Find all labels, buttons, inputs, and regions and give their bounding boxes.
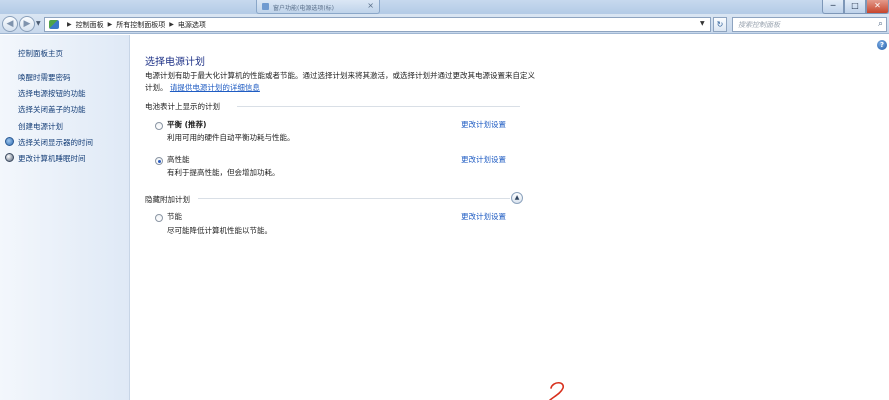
- refresh-icon[interactable]: ↻: [713, 17, 727, 32]
- control-panel-icon: [49, 20, 59, 29]
- background-tab-title: 窗户功能(电源选项(标): [273, 5, 335, 12]
- window-icon: [262, 3, 269, 10]
- group-divider: [237, 106, 520, 107]
- breadcrumb-separator-icon[interactable]: ▶: [108, 21, 113, 28]
- maximize-button[interactable]: □: [844, 0, 866, 14]
- page-description: 电源计划有助于最大化计算机的性能或者节能。通过选择计划来将其激活，或选择计划并通…: [145, 70, 535, 94]
- sidebar-item-lid-close[interactable]: 选择关闭盖子的功能: [18, 104, 86, 115]
- sidebar-item-wake-password[interactable]: 唤醒时需要密码: [18, 72, 71, 83]
- breadcrumb-control-panel[interactable]: 控制面板: [76, 20, 104, 30]
- change-plan-settings-link[interactable]: 更改计划设置: [461, 154, 506, 165]
- sidebar: 控制面板主页 唤醒时需要密码 选择电源按钮的功能 选择关闭盖子的功能 创建电源计…: [0, 35, 130, 400]
- plan-radio-high-performance[interactable]: [155, 157, 163, 165]
- plan-details-link[interactable]: 请提供电源计划的详细信息: [170, 83, 260, 92]
- sidebar-item-create-plan[interactable]: 创建电源计划: [18, 121, 63, 132]
- change-plan-settings-link[interactable]: 更改计划设置: [461, 119, 506, 130]
- change-plan-settings-link[interactable]: 更改计划设置: [461, 211, 506, 222]
- title-bar: 窗户功能(电源选项(标) × ─ □ ✕: [0, 0, 889, 14]
- plan-desc-high-performance: 有利于提高性能，但会增加功耗。: [167, 168, 280, 177]
- plan-radio-balanced[interactable]: [155, 122, 163, 130]
- plan-name-power-saver[interactable]: 节能: [167, 211, 182, 222]
- sidebar-home-link[interactable]: 控制面板主页: [18, 48, 63, 59]
- search-icon[interactable]: ⌕: [878, 19, 883, 29]
- hidden-plans-group-label: 隐藏附加计划: [145, 195, 190, 204]
- sidebar-item-sleep-time[interactable]: 更改计算机睡眠时间: [18, 153, 86, 164]
- back-arrow-icon[interactable]: ◀: [2, 16, 18, 32]
- plan-radio-power-saver[interactable]: [155, 214, 163, 222]
- breadcrumb-power-options[interactable]: 电源选项: [178, 20, 206, 30]
- tab-close-icon[interactable]: ×: [367, 1, 374, 10]
- recent-pages-dropdown-icon[interactable]: ▼: [36, 20, 41, 27]
- plan-name-balanced[interactable]: 平衡 (推荐): [167, 119, 206, 130]
- plan-desc-balanced: 利用可用的硬件自动平衡功耗与性能。: [167, 133, 295, 142]
- search-placeholder: 搜索控制面板: [738, 21, 780, 29]
- search-input[interactable]: 搜索控制面板 ⌕: [732, 17, 887, 32]
- display-icon: [5, 137, 14, 146]
- breadcrumb-all-items[interactable]: 所有控制面板项: [116, 20, 165, 30]
- navigation-bar: ◀ ▶ ▼ ▶ 控制面板 ▶ 所有控制面板项 ▶ 电源选项 ▼ ↻ 搜索控制面板…: [0, 14, 889, 34]
- sidebar-item-display-off[interactable]: 选择关闭显示器的时间: [18, 137, 93, 148]
- sleep-moon-icon: [5, 153, 14, 162]
- window-controls: ─ □ ✕: [822, 0, 889, 14]
- red-annotation-mark: [549, 381, 564, 400]
- collapse-chevron-up-icon[interactable]: ▲: [511, 192, 523, 204]
- help-icon[interactable]: ?: [877, 40, 887, 50]
- address-dropdown-icon[interactable]: ▼: [700, 20, 705, 27]
- background-window-tab[interactable]: 窗户功能(电源选项(标) ×: [256, 0, 380, 14]
- close-button[interactable]: ✕: [866, 0, 889, 14]
- breadcrumb-separator-icon[interactable]: ▶: [67, 21, 72, 28]
- battery-plans-group-label: 电池表计上显示的计划: [145, 102, 220, 111]
- forward-arrow-icon[interactable]: ▶: [19, 16, 35, 32]
- address-bar[interactable]: ▶ 控制面板 ▶ 所有控制面板项 ▶ 电源选项: [44, 17, 711, 32]
- plan-name-high-performance[interactable]: 高性能: [167, 154, 190, 165]
- breadcrumb-separator-icon[interactable]: ▶: [169, 21, 174, 28]
- sidebar-item-power-button[interactable]: 选择电源按钮的功能: [18, 88, 86, 99]
- group-divider: [198, 198, 510, 199]
- page-title: 选择电源计划: [145, 57, 205, 68]
- plan-desc-power-saver: 尽可能降低计算机性能以节能。: [167, 226, 272, 235]
- minimize-button[interactable]: ─: [822, 0, 844, 14]
